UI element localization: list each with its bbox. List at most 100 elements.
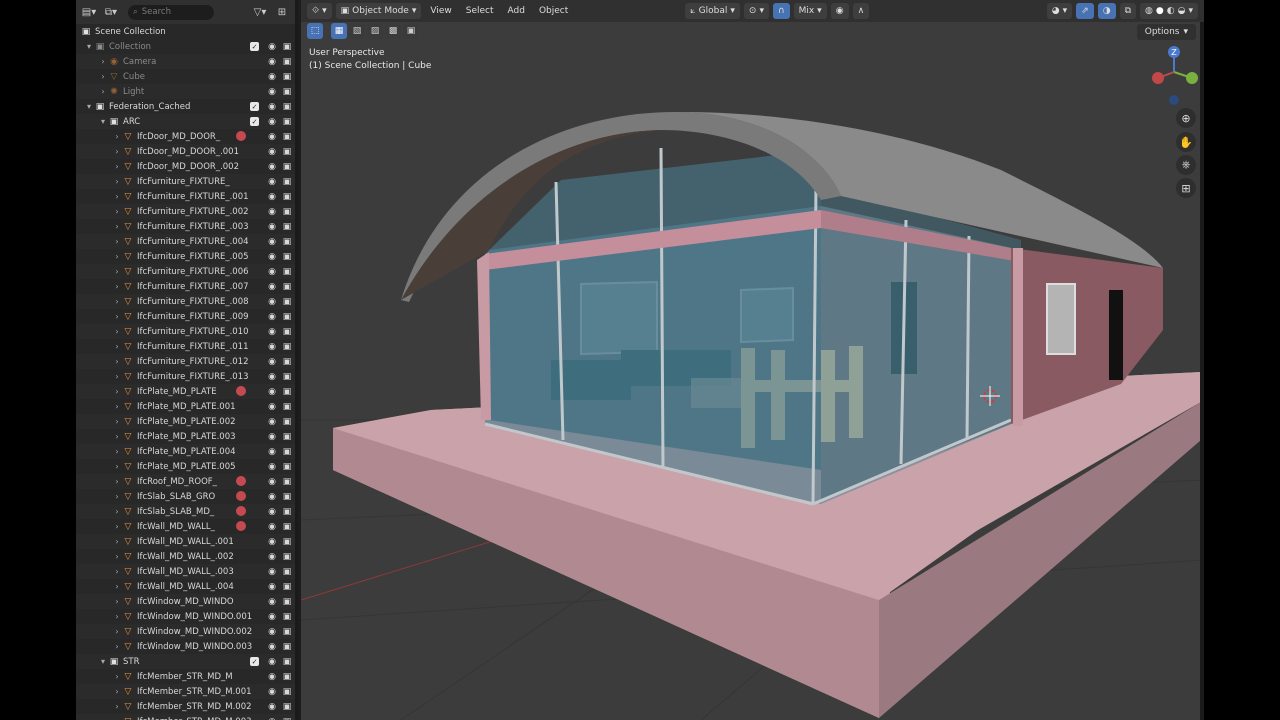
render-camera-icon[interactable]: ▣ [281,267,293,277]
outliner-row[interactable]: ▾ ▣ STR ✓ ◉ ▣ [76,654,295,669]
eye-icon[interactable]: ◉ [266,702,278,712]
eye-icon[interactable]: ◉ [266,162,278,172]
expand-arrow-icon[interactable]: › [112,582,122,591]
eye-icon[interactable]: ◉ [266,222,278,232]
outliner-row[interactable]: › ▽ IfcPlate_MD_PLATE.002 ◉ ▣ [76,414,295,429]
outliner-row[interactable]: ▾ ▣ ARC ✓ ◉ ▣ [76,114,295,129]
eye-icon[interactable]: ◉ [266,372,278,382]
render-camera-icon[interactable]: ▣ [281,72,293,82]
eye-icon[interactable]: ◉ [266,237,278,247]
eye-icon[interactable]: ◉ [266,252,278,262]
expand-arrow-icon[interactable]: › [98,57,108,66]
expand-arrow-icon[interactable]: › [112,192,122,201]
eye-icon[interactable]: ◉ [266,432,278,442]
eye-icon[interactable]: ◉ [266,387,278,397]
outliner-row[interactable]: › ▽ IfcPlate_MD_PLATE.001 ◉ ▣ [76,399,295,414]
expand-arrow-icon[interactable]: › [112,387,122,396]
expand-arrow-icon[interactable]: › [112,492,122,501]
expand-arrow-icon[interactable]: › [112,252,122,261]
expand-arrow-icon[interactable]: › [112,342,122,351]
collapse-arrow-icon[interactable]: ▾ [84,102,94,111]
expand-arrow-icon[interactable]: › [112,477,122,486]
outliner-row[interactable]: › ▽ IfcFurniture_FIXTURE_.008 ◉ ▣ [76,294,295,309]
outliner-row[interactable]: › ▽ IfcPlate_MD_PLATE.003 ◉ ▣ [76,429,295,444]
eye-icon[interactable]: ◉ [266,507,278,517]
pivot-dropdown[interactable]: ⊙ ▾ [743,3,769,19]
gizmo-neg-z-axis[interactable] [1169,95,1179,105]
include-checkbox[interactable]: ✓ [250,42,259,51]
render-camera-icon[interactable]: ▣ [281,192,293,202]
include-checkbox[interactable]: ✓ [250,657,259,666]
render-camera-icon[interactable]: ▣ [281,252,293,262]
expand-arrow-icon[interactable]: › [112,567,122,576]
render-camera-icon[interactable]: ▣ [281,462,293,472]
eye-icon[interactable]: ◉ [266,567,278,577]
eye-icon[interactable]: ◉ [266,537,278,547]
expand-arrow-icon[interactable]: › [112,537,122,546]
outliner-row[interactable]: › ▽ IfcFurniture_FIXTURE_.002 ◉ ▣ [76,204,295,219]
expand-arrow-icon[interactable]: › [112,702,122,711]
mode-dropdown[interactable]: ▣ Object Mode ▾ [335,3,422,19]
render-camera-icon[interactable]: ▣ [281,402,293,412]
render-camera-icon[interactable]: ▣ [281,297,293,307]
eye-icon[interactable]: ◉ [266,627,278,637]
select-tool-icon[interactable]: ⬚ [307,23,323,39]
outliner-row[interactable]: › ▽ IfcFurniture_FIXTURE_.006 ◉ ▣ [76,264,295,279]
expand-arrow-icon[interactable]: › [112,627,122,636]
select-new-icon[interactable]: ▦ [331,23,347,39]
eye-icon[interactable]: ◉ [266,207,278,217]
render-camera-icon[interactable]: ▣ [281,432,293,442]
expand-arrow-icon[interactable]: › [112,417,122,426]
expand-arrow-icon[interactable]: › [112,402,122,411]
render-camera-icon[interactable]: ▣ [281,537,293,547]
eye-icon[interactable]: ◉ [266,672,278,682]
outliner-row[interactable]: › ▽ IfcPlate_MD_PLATE ◉ ▣ [76,384,295,399]
expand-arrow-icon[interactable]: › [112,177,122,186]
camera-view-icon[interactable]: ⎈ [1176,155,1196,175]
expand-arrow-icon[interactable]: › [112,507,122,516]
select-invert-icon[interactable]: ▩ [385,23,401,39]
expand-arrow-icon[interactable]: › [112,552,122,561]
outliner-row[interactable]: › ▽ IfcFurniture_FIXTURE_.011 ◉ ▣ [76,339,295,354]
outliner-row[interactable]: › ▽ IfcWindow_MD_WINDO.003 ◉ ▣ [76,639,295,654]
outliner-row[interactable]: › ▽ IfcFurniture_FIXTURE_.005 ◉ ▣ [76,249,295,264]
render-camera-icon[interactable]: ▣ [281,507,293,517]
expand-arrow-icon[interactable]: › [112,357,122,366]
expand-arrow-icon[interactable]: › [112,207,122,216]
render-camera-icon[interactable]: ▣ [281,477,293,487]
select-extend-icon[interactable]: ▧ [349,23,365,39]
outliner-row[interactable]: › ▽ IfcFurniture_FIXTURE_.003 ◉ ▣ [76,219,295,234]
eye-icon[interactable]: ◉ [266,642,278,652]
outliner-row[interactable]: › ▽ IfcWall_MD_WALL_.001 ◉ ▣ [76,534,295,549]
render-camera-icon[interactable]: ▣ [281,117,293,127]
render-camera-icon[interactable]: ▣ [281,417,293,427]
render-camera-icon[interactable]: ▣ [281,102,293,112]
falloff-dropdown[interactable]: ∧ [852,3,870,19]
eye-icon[interactable]: ◉ [266,312,278,322]
snap-toggle[interactable]: ∩ [772,3,790,19]
outliner-row[interactable]: › ▽ IfcWindow_MD_WINDO ◉ ▣ [76,594,295,609]
expand-arrow-icon[interactable]: › [112,147,122,156]
render-camera-icon[interactable]: ▣ [281,162,293,172]
expand-arrow-icon[interactable]: › [112,132,122,141]
eye-icon[interactable]: ◉ [266,612,278,622]
display-mode-icon[interactable]: ⧉▾ [102,4,120,20]
outliner-row[interactable]: › ▽ IfcFurniture_FIXTURE_.007 ◉ ▣ [76,279,295,294]
eye-icon[interactable]: ◉ [266,492,278,502]
perspective-grid-icon[interactable]: ⊞ [1176,178,1196,198]
xray-toggle[interactable]: ⧉ [1119,3,1137,19]
options-dropdown[interactable]: Options ▾ [1136,24,1196,40]
render-camera-icon[interactable]: ▣ [281,327,293,337]
render-camera-icon[interactable]: ▣ [281,357,293,367]
menu-view[interactable]: View [425,6,456,16]
render-camera-icon[interactable]: ▣ [281,597,293,607]
expand-arrow-icon[interactable]: › [112,612,122,621]
eye-icon[interactable]: ◉ [266,582,278,592]
render-camera-icon[interactable]: ▣ [281,657,293,667]
outliner-row[interactable]: › ▽ IfcFurniture_FIXTURE_.001 ◉ ▣ [76,189,295,204]
shading-modes[interactable]: ◍ ● ◐ ◒ ▾ [1140,3,1198,19]
outliner-row[interactable]: ▾ ▣ Federation_Cached ✓ ◉ ▣ [76,99,295,114]
gizmo-toggle[interactable]: ⇗ [1076,3,1094,19]
render-camera-icon[interactable]: ▣ [281,87,293,97]
eye-icon[interactable]: ◉ [266,597,278,607]
